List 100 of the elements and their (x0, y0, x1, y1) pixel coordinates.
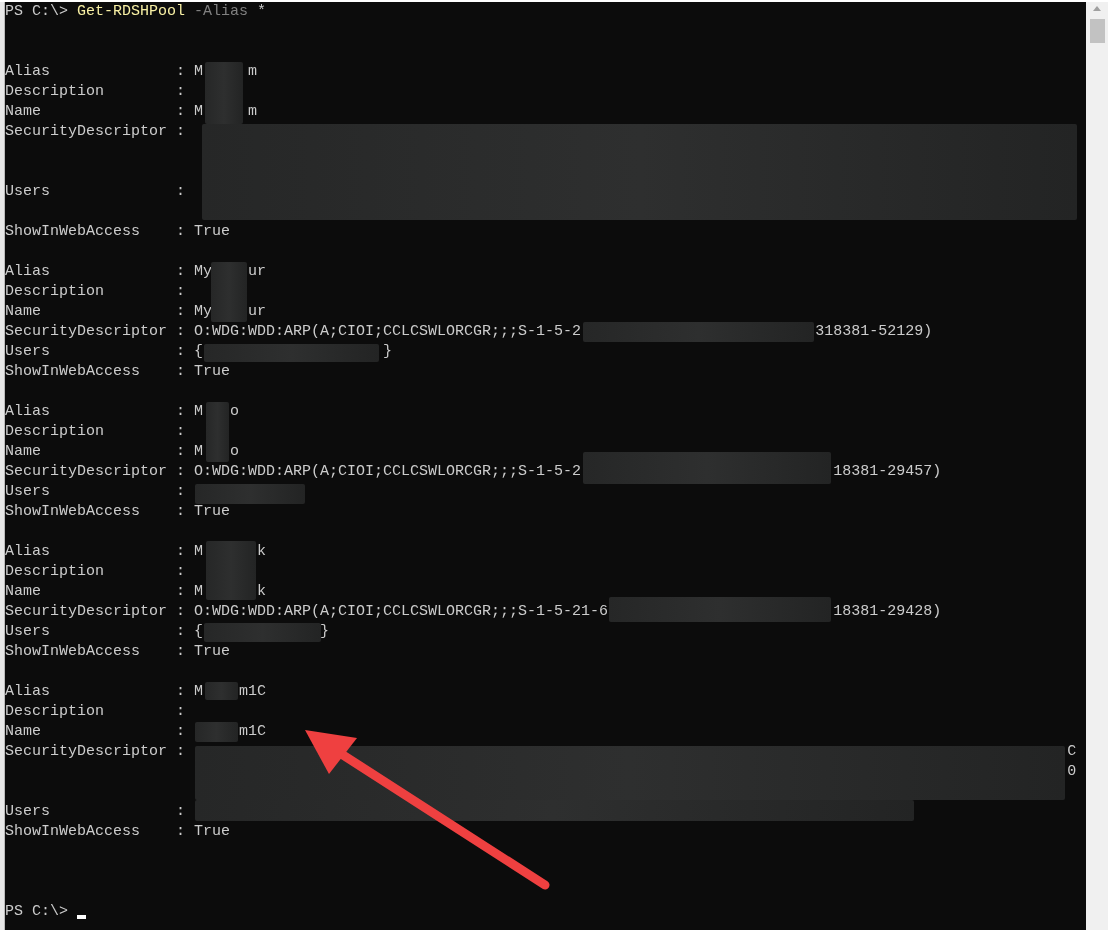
colon-separator: : (176, 83, 186, 100)
field-value: o (230, 402, 240, 422)
colon-separator: : (176, 703, 186, 720)
field-value: 18381-29428) (833, 602, 942, 622)
field-value: m (248, 102, 258, 122)
field-label: SecurityDescriptor (5, 743, 168, 760)
colon-separator: : (176, 303, 186, 320)
field-label: Users (5, 343, 50, 360)
field-label: Name (5, 103, 41, 120)
field-label: Name (5, 443, 41, 460)
field-label: SecurityDescriptor (5, 603, 168, 620)
colon-separator: : (176, 283, 186, 300)
field-label: Description (5, 283, 105, 300)
redaction-blur (206, 541, 256, 600)
field-value: M (194, 402, 204, 422)
field-value: C (1067, 742, 1077, 762)
redaction-blur (195, 722, 238, 742)
colon-separator: : (176, 123, 186, 140)
field-value: } (383, 342, 393, 362)
colon-separator: : (176, 423, 186, 440)
prompt: PS C:\> (5, 2, 68, 22)
scroll-up-arrow-icon[interactable] (1093, 6, 1101, 11)
redaction-blur (206, 402, 229, 462)
field-value: True (194, 502, 231, 522)
field-value: True (194, 222, 231, 242)
field-value: M (194, 542, 204, 562)
field-value: ur (248, 302, 267, 322)
field-value: k (257, 542, 267, 562)
field-value: k (257, 582, 267, 602)
redaction-blur (211, 262, 247, 322)
colon-separator: : (176, 803, 186, 820)
field-value: O:WDG:WDD:ARP(A;CIOI;CCLCSWLORCGR;;;S-1-5-2 (194, 462, 582, 482)
colon-separator: : (176, 683, 186, 700)
field-label: Name (5, 583, 41, 600)
field-value: { (194, 342, 204, 362)
field-value: 0 (1067, 762, 1077, 782)
field-value: M (194, 442, 204, 462)
field-value: m1C (239, 722, 267, 742)
field-value: My (194, 302, 213, 322)
colon-separator: : (176, 583, 186, 600)
colon-separator: : (176, 463, 186, 480)
field-label: Users (5, 183, 50, 200)
field-label: Description (5, 423, 105, 440)
colon-separator: : (176, 603, 186, 620)
colon-separator: : (176, 443, 186, 460)
colon-separator: : (176, 563, 186, 580)
field-value: 18381-29457) (833, 462, 942, 482)
redaction-blur (205, 682, 238, 700)
colon-separator: : (176, 503, 186, 520)
field-value: ur (248, 262, 267, 282)
field-label: Users (5, 483, 50, 500)
colon-separator: : (176, 223, 186, 240)
field-value: { (194, 622, 204, 642)
field-label: Users (5, 803, 50, 820)
field-label: Alias (5, 403, 50, 420)
field-value: } (320, 622, 330, 642)
field-label: Description (5, 563, 105, 580)
field-value: M (194, 682, 204, 702)
field-label: SecurityDescriptor (5, 323, 168, 340)
field-value: M (194, 62, 204, 82)
field-label: Alias (5, 63, 50, 80)
field-value: m (248, 62, 258, 82)
argument: * (257, 2, 267, 22)
colon-separator: : (176, 543, 186, 560)
field-label: ShowInWebAccess (5, 223, 141, 240)
field-label: Alias (5, 263, 50, 280)
colon-separator: : (176, 723, 186, 740)
colon-separator: : (176, 63, 186, 80)
field-label: ShowInWebAccess (5, 363, 141, 380)
field-label: Users (5, 623, 50, 640)
colon-separator: : (176, 403, 186, 420)
colon-separator: : (176, 263, 186, 280)
field-label: SecurityDescriptor (5, 463, 168, 480)
field-value: M (194, 582, 204, 602)
prompt: PS C:\> (5, 902, 68, 922)
text-cursor (77, 915, 86, 919)
field-value: True (194, 362, 231, 382)
field-label: Description (5, 703, 105, 720)
field-value: True (194, 642, 231, 662)
field-value: m1C (239, 682, 267, 702)
scrollbar-thumb[interactable] (1089, 19, 1105, 43)
colon-separator: : (176, 643, 186, 660)
field-value: O:WDG:WDD:ARP(A;CIOI;CCLCSWLORCGR;;;S-1-5-2 (194, 322, 582, 342)
field-value: O:WDG:WDD:ARP(A;CIOI;CCLCSWLORCGR;;;S-1-5-21-6 (194, 602, 609, 622)
field-label: Name (5, 303, 41, 320)
colon-separator: : (176, 323, 186, 340)
field-label: ShowInWebAccess (5, 503, 141, 520)
field-value: o (230, 442, 240, 462)
field-label: Name (5, 723, 41, 740)
parameter-name: -Alias (194, 2, 249, 22)
field-value: True (194, 822, 231, 842)
colon-separator: : (176, 623, 186, 640)
colon-separator: : (176, 363, 186, 380)
colon-separator: : (176, 343, 186, 360)
field-value: My (194, 262, 213, 282)
colon-separator: : (176, 103, 186, 120)
field-label: ShowInWebAccess (5, 643, 141, 660)
field-label: Description (5, 83, 105, 100)
field-value: M (194, 102, 204, 122)
field-label: ShowInWebAccess (5, 823, 141, 840)
